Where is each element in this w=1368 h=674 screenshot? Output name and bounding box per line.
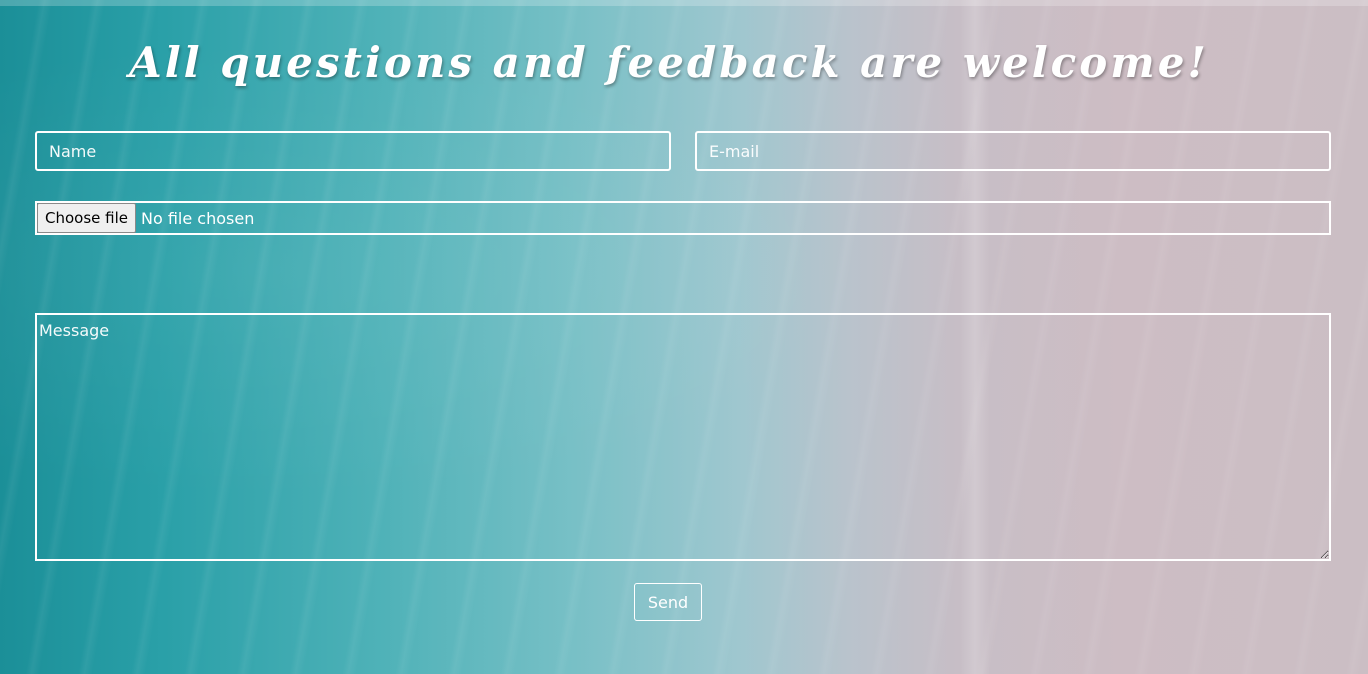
- choose-file-button[interactable]: Choose file: [37, 203, 136, 233]
- page-title: All questions and feedback are welcome!: [129, 38, 1209, 87]
- file-status-text: No file chosen: [141, 208, 255, 228]
- email-input[interactable]: [695, 131, 1331, 171]
- message-textarea[interactable]: [35, 313, 1331, 561]
- file-upload-field[interactable]: Choose file No file chosen: [35, 201, 1331, 235]
- top-bar: [0, 0, 1368, 6]
- name-input[interactable]: [35, 131, 671, 171]
- send-button[interactable]: Send: [634, 583, 702, 621]
